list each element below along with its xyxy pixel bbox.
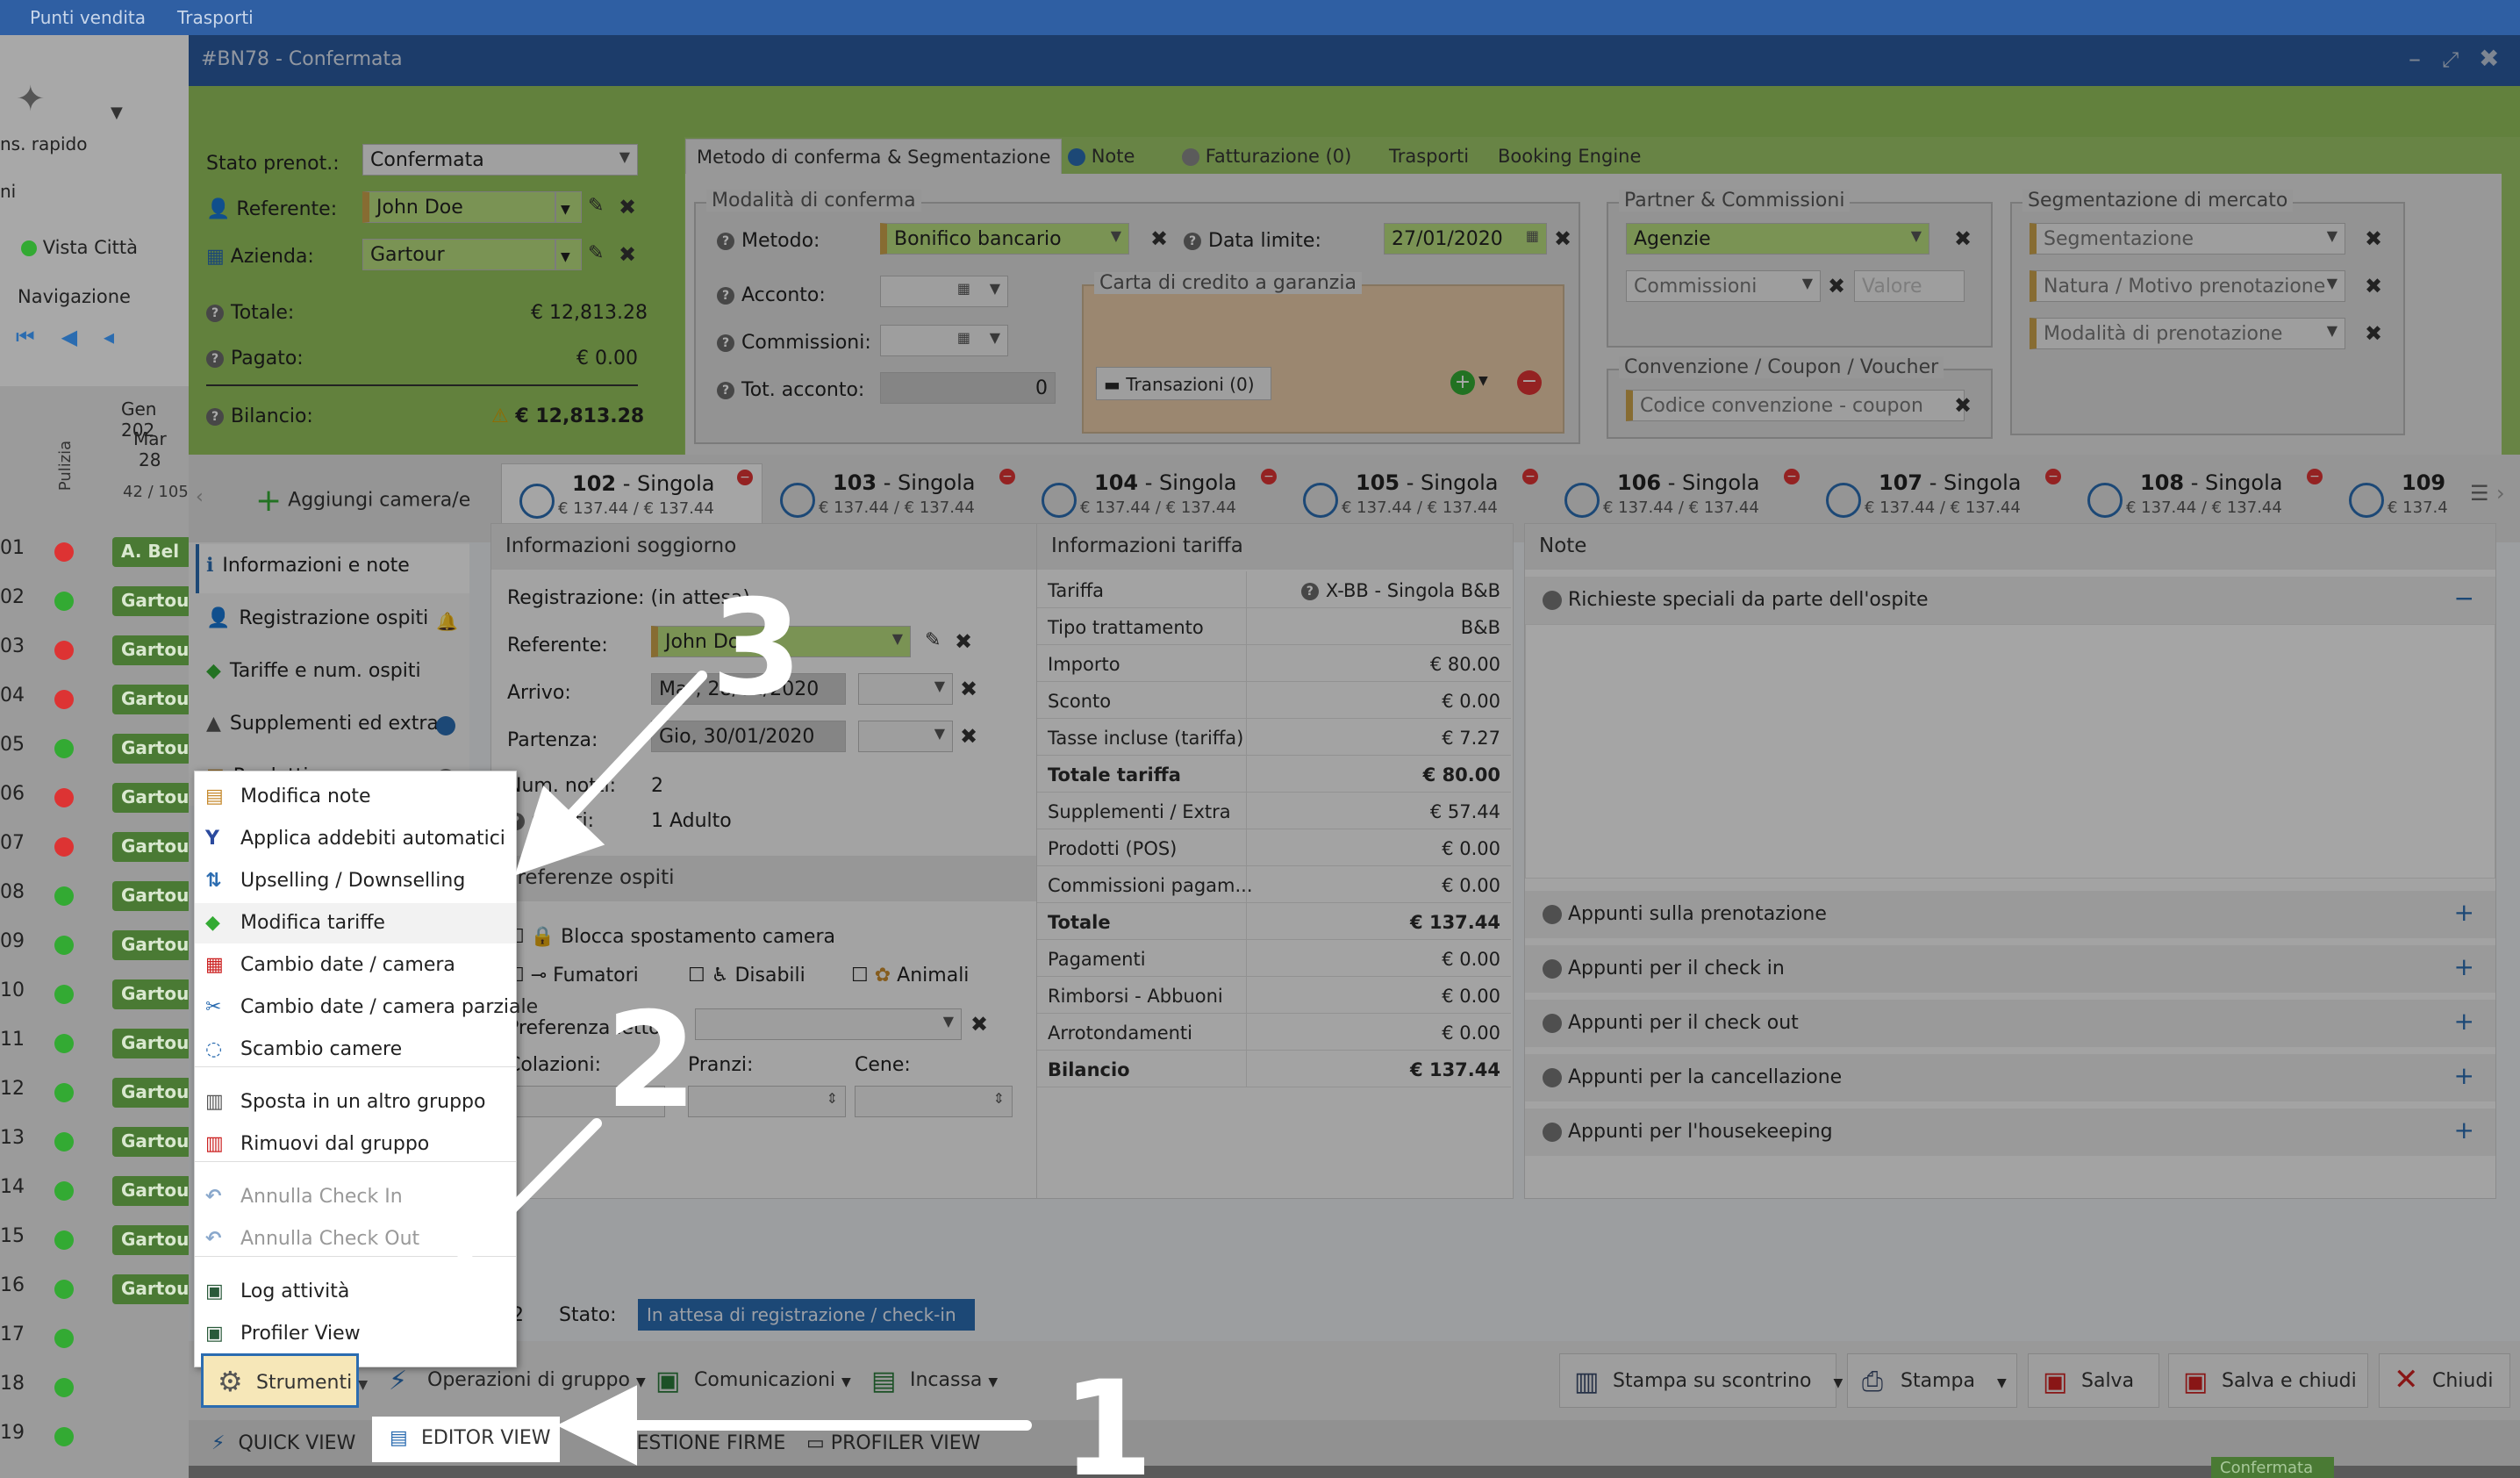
annotation-2: 2	[605, 985, 697, 1137]
annotation-3: 3	[711, 572, 802, 725]
arrow-3-line	[556, 671, 707, 830]
arrow-1-head	[556, 1385, 637, 1466]
annotation-arrows: 1 2 3	[360, 572, 1153, 1478]
arrow-2-line	[407, 1118, 602, 1315]
annotation-1: 1	[1062, 1353, 1153, 1478]
